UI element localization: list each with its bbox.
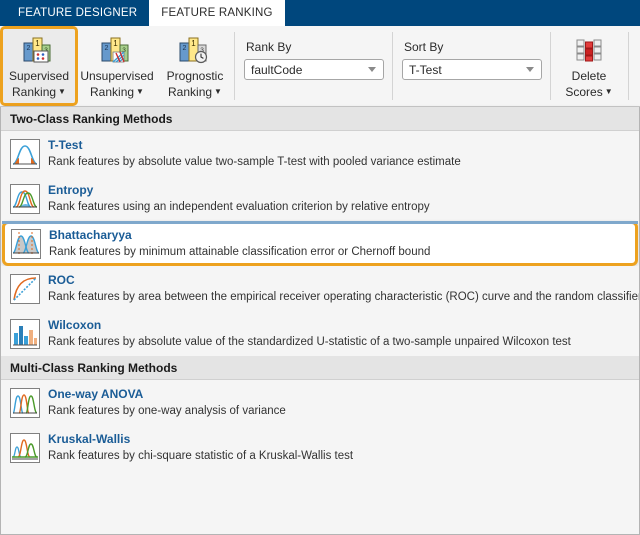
- chevron-down-icon: ▼: [214, 87, 222, 96]
- tab-feature-designer-label: FEATURE DESIGNER: [18, 7, 138, 19]
- supervised-ranking-button[interactable]: 2 1 3 Supervised Ranking▼: [0, 26, 78, 106]
- section-header-multi-class: Multi-Class Ranking Methods: [1, 356, 639, 380]
- ribbon-toolbar: 2 1 3 Supervised Ranking▼: [0, 26, 640, 107]
- gallery-item-t-test-title: T-Test: [48, 138, 83, 152]
- rank-by-field-group: Rank By faultCode: [234, 26, 392, 106]
- wilcoxon-bars-icon: [10, 319, 40, 349]
- unsupervised-ranking-label: Unsupervised Ranking ▼: [80, 69, 154, 99]
- rank-by-label: Rank By: [246, 40, 292, 54]
- chevron-down-icon: ▼: [136, 87, 144, 96]
- gallery-item-t-test[interactable]: T-Test Rank features by absolute value t…: [1, 131, 639, 176]
- anova-curves-icon: [10, 388, 40, 418]
- prognostic-ranking-button[interactable]: 2 1 3 Prognostic Ranking ▼: [156, 26, 234, 106]
- roc-curve-icon: [10, 274, 40, 304]
- gallery-item-kruskal-wallis-text: Kruskal-Wallis Rank features by chi-squa…: [48, 432, 353, 463]
- unsupervised-ranking-button[interactable]: 2 1 3 Unsupervised Ranking ▼: [78, 26, 156, 106]
- gallery-item-wilcoxon-title: Wilcoxon: [48, 318, 102, 332]
- ribbon-group-rank-by: Rank By faultCode: [234, 26, 392, 106]
- chevron-down-icon: [368, 67, 376, 72]
- ribbon-group-export: Expo ▼: [628, 26, 640, 106]
- delete-scores-icon: [573, 33, 605, 67]
- svg-text:2: 2: [183, 45, 187, 52]
- supervised-ranking-icon: 2 1 3: [22, 33, 56, 67]
- prognostic-ranking-label: Prognostic Ranking ▼: [166, 69, 224, 99]
- ribbon-group-delete-scores: Delete Scores ▼: [550, 26, 628, 106]
- gallery-item-bhattacharyya-text: Bhattacharyya Rank features by minimum a…: [49, 228, 430, 259]
- supervised-ranking-gallery-panel: Two-Class Ranking Methods T-Test Rank fe…: [0, 107, 640, 535]
- export-button[interactable]: Expo ▼: [628, 26, 640, 106]
- tab-feature-ranking-label: FEATURE RANKING: [161, 7, 273, 19]
- svg-text:1: 1: [191, 39, 196, 48]
- gallery-item-kruskal-wallis-desc: Rank features by chi-square statistic of…: [48, 450, 354, 462]
- chevron-down-icon: [526, 67, 534, 72]
- sort-by-value: T-Test: [409, 62, 442, 77]
- prognostic-ranking-icon: 2 1 3: [178, 33, 212, 67]
- gallery-item-bhattacharyya[interactable]: Bhattacharyya Rank features by minimum a…: [2, 221, 638, 266]
- gallery-item-roc[interactable]: ROC Rank features by area between the em…: [1, 266, 639, 311]
- gallery-item-one-way-anova[interactable]: One-way ANOVA Rank features by one-way a…: [1, 380, 639, 425]
- supervised-ranking-label: Supervised Ranking ▼: [8, 69, 70, 99]
- svg-text:1: 1: [35, 39, 40, 48]
- diagnostic-feature-designer-window: FEATURE DESIGNER FEATURE RANKING 2 1 3: [0, 0, 640, 535]
- kruskal-wallis-curves-icon: [10, 433, 40, 463]
- rank-by-value: faultCode: [251, 62, 303, 77]
- bhattacharyya-curves-icon: [11, 229, 41, 259]
- entropy-curves-icon: [10, 184, 40, 214]
- gallery-item-roc-title: ROC: [48, 273, 75, 287]
- rank-by-select[interactable]: faultCode: [244, 59, 384, 80]
- gallery-item-one-way-anova-desc: Rank features by one-way analysis of var…: [48, 405, 286, 417]
- tab-feature-ranking[interactable]: FEATURE RANKING: [149, 0, 285, 26]
- gallery-item-one-way-anova-text: One-way ANOVA Rank features by one-way a…: [48, 387, 286, 418]
- gallery-item-entropy-text: Entropy Rank features using an independe…: [48, 183, 430, 214]
- sort-by-label: Sort By: [404, 40, 444, 54]
- svg-text:2: 2: [105, 45, 109, 52]
- ribbon-group-sort-by: Sort By T-Test: [392, 26, 550, 106]
- chevron-down-icon: ▼: [58, 87, 66, 96]
- chevron-down-icon: ▼: [604, 87, 613, 96]
- ribbon-group-ranking-methods: 2 1 3 Supervised Ranking▼: [0, 26, 234, 106]
- section-header-two-class-label: Two-Class Ranking Methods: [10, 111, 173, 126]
- gallery-item-one-way-anova-title: One-way ANOVA: [48, 387, 144, 401]
- sort-by-select[interactable]: T-Test: [402, 59, 542, 80]
- gallery-item-kruskal-wallis[interactable]: Kruskal-Wallis Rank features by chi-squa…: [1, 425, 639, 470]
- gallery-item-entropy[interactable]: Entropy Rank features using an independe…: [1, 176, 639, 221]
- gallery-item-entropy-desc: Rank features using an independent evalu…: [48, 201, 430, 213]
- svg-text:1: 1: [113, 39, 118, 48]
- gallery-item-wilcoxon-text: Wilcoxon Rank features by absolute value…: [48, 318, 571, 349]
- gallery-item-roc-desc: Rank features by area between the empiri…: [48, 291, 640, 303]
- ttest-curve-icon: [10, 139, 40, 169]
- gallery-item-entropy-title: Entropy: [48, 183, 94, 197]
- gallery-item-t-test-text: T-Test Rank features by absolute value t…: [48, 138, 461, 169]
- gallery-item-wilcoxon[interactable]: Wilcoxon Rank features by absolute value…: [1, 311, 639, 356]
- gallery-item-bhattacharyya-title: Bhattacharyya: [49, 228, 132, 242]
- gallery-item-t-test-desc: Rank features by absolute value two-samp…: [48, 156, 461, 168]
- section-header-multi-class-label: Multi-Class Ranking Methods: [10, 360, 178, 375]
- gallery-item-wilcoxon-desc: Rank features by absolute value of the s…: [48, 336, 571, 348]
- delete-scores-button[interactable]: Delete Scores ▼: [550, 26, 628, 106]
- sort-by-field-group: Sort By T-Test: [392, 26, 550, 106]
- unsupervised-ranking-icon: 2 1 3: [100, 33, 134, 67]
- gallery-item-bhattacharyya-desc: Rank features by minimum attainable clas…: [49, 246, 431, 258]
- gallery-item-kruskal-wallis-title: Kruskal-Wallis: [48, 432, 131, 446]
- ribbon-tabstrip: FEATURE DESIGNER FEATURE RANKING: [0, 0, 640, 26]
- delete-scores-label: Delete Scores ▼: [565, 69, 613, 99]
- gallery-item-roc-text: ROC Rank features by area between the em…: [48, 273, 640, 304]
- svg-text:2: 2: [27, 45, 31, 52]
- section-header-two-class: Two-Class Ranking Methods: [1, 107, 639, 131]
- tab-feature-designer[interactable]: FEATURE DESIGNER: [6, 0, 149, 26]
